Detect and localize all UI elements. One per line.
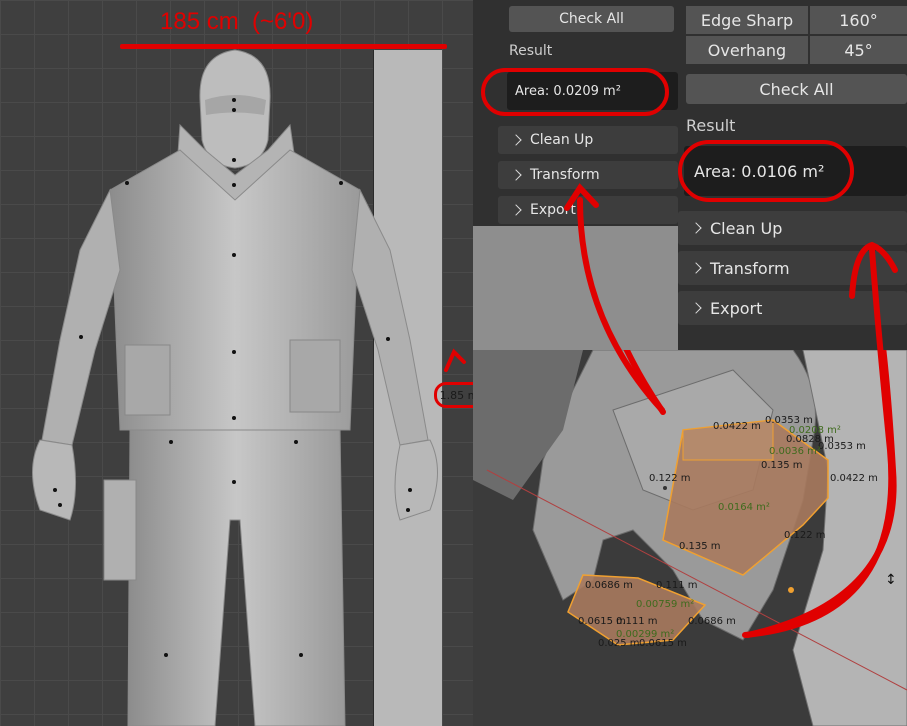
measure-label: 0.0353 m	[818, 441, 866, 452]
edge-sharp-value[interactable]: 160°	[810, 6, 907, 34]
chevron-right-icon	[690, 262, 702, 274]
section-export-a[interactable]: Export	[498, 196, 678, 224]
section-label: Clean Up	[530, 132, 594, 148]
prop-name: Overhang	[686, 36, 808, 64]
overhang-value[interactable]: 45°	[810, 36, 907, 64]
section-clean-up-b[interactable]: Clean Up	[678, 211, 907, 245]
measure-label: 0.0422 m	[830, 473, 878, 484]
measure-label: 0.0036 m²	[769, 446, 821, 457]
measure-label: 0.00759 m²	[636, 599, 695, 610]
height-annotation: 185 cm (~6'0)	[160, 8, 314, 35]
chevron-right-icon	[510, 134, 522, 146]
prop-overhang: Overhang 45°	[686, 36, 907, 64]
measure-label: 0.025 m	[598, 638, 640, 649]
closeup-geometry	[473, 350, 907, 726]
prop-edge-sharp: Edge Sharp 160°	[686, 6, 907, 34]
measure-label: 0.0164 m²	[718, 502, 770, 513]
chevron-right-icon	[510, 169, 522, 181]
chevron-right-icon	[690, 302, 702, 314]
panel-a-background-viewport	[473, 226, 678, 350]
prop-name: Edge Sharp	[686, 6, 808, 34]
section-label: Clean Up	[710, 218, 783, 238]
scale-label-text: 1.85 m	[439, 388, 473, 402]
section-label: Transform	[530, 167, 600, 183]
measure-label: 0.135 m	[761, 460, 803, 471]
viewport-closeup[interactable]: 0.0422 m 0.0353 m 0.0208 m² 0.0828 m 0.0…	[473, 350, 907, 726]
annotation-arrow-icon	[444, 348, 466, 372]
measure-label: 0.0422 m	[713, 421, 761, 432]
result-label-b: Result	[686, 116, 736, 135]
result-label-a: Result	[509, 43, 553, 59]
cursor-icon: ↕	[885, 572, 897, 588]
check-all-button-b[interactable]: Check All	[686, 74, 907, 104]
model-legs	[127, 429, 346, 726]
chevron-right-icon	[510, 204, 522, 216]
measure-label: 0.111 m	[616, 616, 658, 627]
section-transform-b[interactable]: Transform	[678, 251, 907, 285]
model-right-arm	[351, 188, 429, 446]
model-left-arm	[41, 188, 121, 446]
scale-label: 1.85 m	[434, 382, 473, 408]
measure-label: 0.135 m	[679, 541, 721, 552]
chevron-right-icon	[690, 222, 702, 234]
measure-label: 0.0686 m	[585, 580, 633, 591]
viewport-front[interactable]: 185 cm (~6'0) 1.85 m	[0, 0, 473, 726]
section-export-b[interactable]: Export	[678, 291, 907, 325]
measure-label: 0.0686 m	[688, 616, 736, 627]
area-highlight-a	[481, 68, 669, 116]
panel-b: Edge Sharp 160° Overhang 45° Check All R…	[678, 0, 907, 350]
section-clean-up-a[interactable]: Clean Up	[498, 126, 678, 154]
measure-label: 0.111 m	[656, 580, 698, 591]
area-highlight-b	[678, 140, 854, 202]
section-transform-a[interactable]: Transform	[498, 161, 678, 189]
measure-label: 0.122 m	[649, 473, 691, 484]
character-model[interactable]	[0, 0, 473, 726]
section-label: Transform	[710, 258, 790, 278]
section-label: Export	[530, 202, 576, 218]
height-annotation-line	[120, 44, 447, 49]
measure-label: 0.0615 m	[639, 638, 687, 649]
measure-label: 0.122 m	[784, 530, 826, 541]
check-all-button-a[interactable]: Check All	[509, 6, 674, 32]
section-label: Export	[710, 298, 763, 318]
